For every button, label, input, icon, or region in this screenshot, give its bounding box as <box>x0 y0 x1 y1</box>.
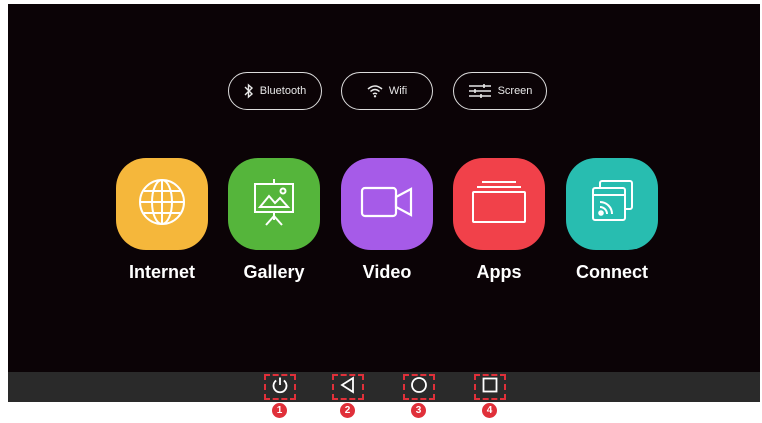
video-tile[interactable] <box>341 158 433 250</box>
gallery-tile[interactable] <box>228 158 320 250</box>
back-button[interactable] <box>332 374 364 400</box>
callout-badge-2: 2 <box>340 403 355 418</box>
navigation-bar <box>8 372 760 402</box>
power-icon <box>271 376 289 399</box>
apps-tile[interactable] <box>453 158 545 250</box>
video-camera-icon <box>359 182 415 227</box>
callout-badge-1: 1 <box>272 403 287 418</box>
back-triangle-icon <box>339 375 357 399</box>
tv-screen: Bluetooth Wifi Screen Internet Gallery V… <box>8 4 760 376</box>
app-label-connect: Connect <box>576 262 648 282</box>
app-internet[interactable]: Internet <box>107 158 217 283</box>
screen-button[interactable]: Screen <box>453 72 547 110</box>
wifi-icon <box>367 84 383 98</box>
app-gallery[interactable]: Gallery <box>219 158 329 283</box>
app-label-gallery: Gallery <box>243 262 305 282</box>
window-stack-icon <box>470 179 528 230</box>
wifi-button[interactable]: Wifi <box>341 72 433 110</box>
screen-label: Screen <box>497 85 533 97</box>
cast-icon <box>586 176 638 233</box>
bluetooth-icon <box>244 83 254 99</box>
wifi-label: Wifi <box>388 85 408 97</box>
internet-tile[interactable] <box>116 158 208 250</box>
bluetooth-button[interactable]: Bluetooth <box>228 72 322 110</box>
callout-badge-3: 3 <box>411 403 426 418</box>
recents-button[interactable] <box>474 374 506 400</box>
home-circle-icon <box>410 376 428 399</box>
recents-square-icon <box>481 376 499 399</box>
app-connect[interactable]: Connect <box>557 158 667 283</box>
callout-badge-4: 4 <box>482 403 497 418</box>
app-video[interactable]: Video <box>332 158 442 283</box>
sliders-icon <box>468 83 492 99</box>
home-button[interactable] <box>403 374 435 400</box>
app-label-video: Video <box>362 262 412 282</box>
globe-icon <box>136 176 188 233</box>
app-apps[interactable]: Apps <box>444 158 554 283</box>
connect-tile[interactable] <box>566 158 658 250</box>
bluetooth-label: Bluetooth <box>259 85 307 97</box>
app-label-apps: Apps <box>476 262 522 282</box>
power-button[interactable] <box>264 374 296 400</box>
presentation-icon <box>248 176 300 233</box>
app-label-internet: Internet <box>128 262 195 282</box>
